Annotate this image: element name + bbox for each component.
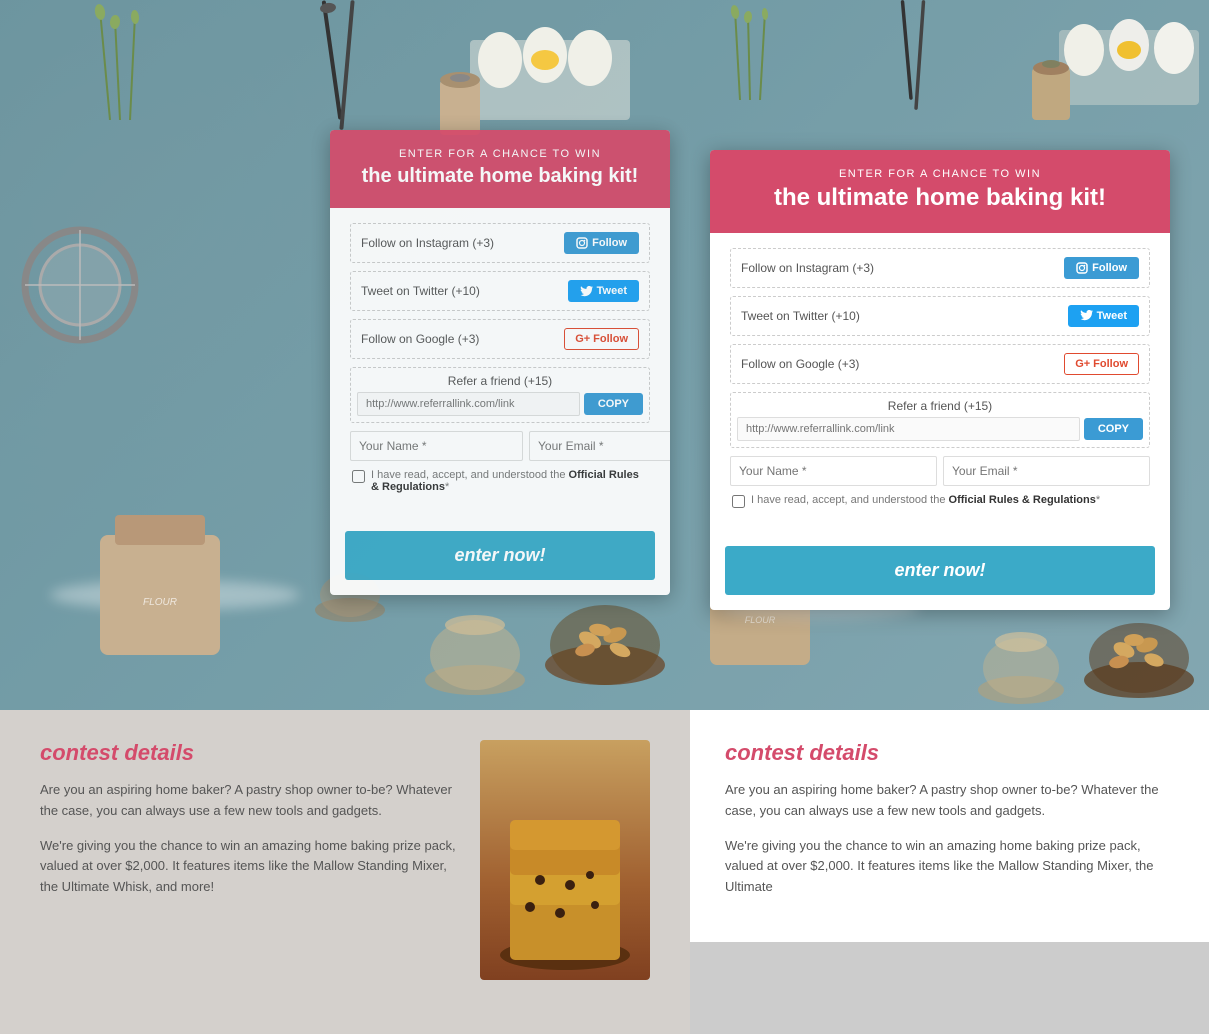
- right-checkbox-text: I have read, accept, and understood the …: [751, 494, 1100, 506]
- left-contest-card: ENTER FOR A CHANCE TO WIN the ultimate h…: [330, 130, 670, 595]
- right-refer-label: Refer a friend (+15): [731, 393, 1149, 417]
- left-name-email-row: [350, 431, 650, 461]
- left-refer-label: Refer a friend (+15): [351, 368, 649, 392]
- left-contest-details: contest details Are you an aspiring home…: [0, 710, 690, 1034]
- right-google-row: Follow on Google (+3) G+ Follow: [730, 344, 1150, 384]
- right-card-subtitle: ENTER FOR A CHANCE TO WIN: [730, 168, 1150, 180]
- right-card-title: the ultimate home baking kit!: [730, 184, 1150, 213]
- right-rules-checkbox[interactable]: [732, 495, 745, 508]
- left-twitter-row: Tweet on Twitter (+10) Tweet: [350, 271, 650, 311]
- left-card-body: Follow on Instagram (+3) Follow Tweet on…: [330, 208, 670, 523]
- left-google-label: Follow on Google (+3): [361, 332, 479, 346]
- left-instagram-label: Follow on Instagram (+3): [361, 236, 494, 250]
- right-contest-para2: We're giving you the chance to win an am…: [725, 836, 1174, 898]
- right-twitter-row: Tweet on Twitter (+10) Tweet: [730, 296, 1150, 336]
- left-twitter-label: Tweet on Twitter (+10): [361, 284, 480, 298]
- right-contest-card: ENTER FOR A CHANCE TO WIN the ultimate h…: [710, 150, 1170, 610]
- right-refer-row: Refer a friend (+15) COPY: [730, 392, 1150, 448]
- left-refer-input[interactable]: [357, 392, 580, 416]
- right-google-follow-button[interactable]: G+ Follow: [1064, 353, 1139, 375]
- left-card-title: the ultimate home baking kit!: [350, 164, 650, 188]
- left-checkbox-row: I have read, accept, and understood the …: [350, 469, 650, 493]
- right-email-input[interactable]: [943, 456, 1150, 486]
- right-name-input[interactable]: [730, 456, 937, 486]
- left-name-input[interactable]: [350, 431, 523, 461]
- left-instagram-row: Follow on Instagram (+3) Follow: [350, 223, 650, 263]
- right-instagram-follow-button[interactable]: Follow: [1064, 257, 1139, 279]
- right-enter-button[interactable]: enter now!: [725, 546, 1155, 595]
- gplus-icon: G+: [575, 333, 590, 345]
- left-google-follow-button[interactable]: G+ Follow: [564, 328, 639, 350]
- left-refer-input-row: COPY: [351, 392, 649, 422]
- right-contest-title: contest details: [725, 740, 1174, 766]
- right-copy-button[interactable]: COPY: [1084, 418, 1143, 440]
- left-contest-para1: Are you an aspiring home baker? A pastry…: [40, 780, 460, 822]
- right-rules-link[interactable]: Official Rules & Regulations: [949, 494, 1096, 506]
- right-name-email-row: [730, 456, 1150, 486]
- left-instagram-follow-button[interactable]: Follow: [564, 232, 639, 254]
- right-refer-input-row: COPY: [731, 417, 1149, 447]
- left-copy-button[interactable]: COPY: [584, 393, 643, 415]
- left-contest-title: contest details: [40, 740, 460, 766]
- right-contest-para1: Are you an aspiring home baker? A pastry…: [725, 780, 1174, 822]
- right-instagram-label: Follow on Instagram (+3): [741, 261, 874, 275]
- right-contest-details: contest details Are you an aspiring home…: [690, 710, 1209, 942]
- gplus-icon-right: G+: [1075, 358, 1090, 370]
- right-card-body: Follow on Instagram (+3) Follow Tweet on…: [710, 233, 1170, 538]
- left-rules-checkbox[interactable]: [352, 470, 365, 483]
- left-email-input[interactable]: [529, 431, 670, 461]
- left-enter-button[interactable]: enter now!: [345, 531, 655, 580]
- left-refer-row: Refer a friend (+15) COPY: [350, 367, 650, 423]
- svg-text:FLOUR: FLOUR: [143, 597, 177, 608]
- right-checkbox-row: I have read, accept, and understood the …: [730, 494, 1150, 508]
- right-instagram-row: Follow on Instagram (+3) Follow: [730, 248, 1150, 288]
- right-refer-input[interactable]: [737, 417, 1080, 441]
- right-card-header: ENTER FOR A CHANCE TO WIN the ultimate h…: [710, 150, 1170, 233]
- left-card-header: ENTER FOR A CHANCE TO WIN the ultimate h…: [330, 130, 670, 208]
- left-card-subtitle: ENTER FOR A CHANCE TO WIN: [350, 148, 650, 160]
- left-twitter-tweet-button[interactable]: Tweet: [568, 280, 639, 302]
- right-google-label: Follow on Google (+3): [741, 357, 859, 371]
- left-checkbox-text: I have read, accept, and understood the …: [371, 469, 648, 493]
- left-google-row: Follow on Google (+3) G+ Follow: [350, 319, 650, 359]
- left-contest-para2: We're giving you the chance to win an am…: [40, 836, 460, 898]
- right-twitter-tweet-button[interactable]: Tweet: [1068, 305, 1139, 327]
- right-twitter-label: Tweet on Twitter (+10): [741, 309, 860, 323]
